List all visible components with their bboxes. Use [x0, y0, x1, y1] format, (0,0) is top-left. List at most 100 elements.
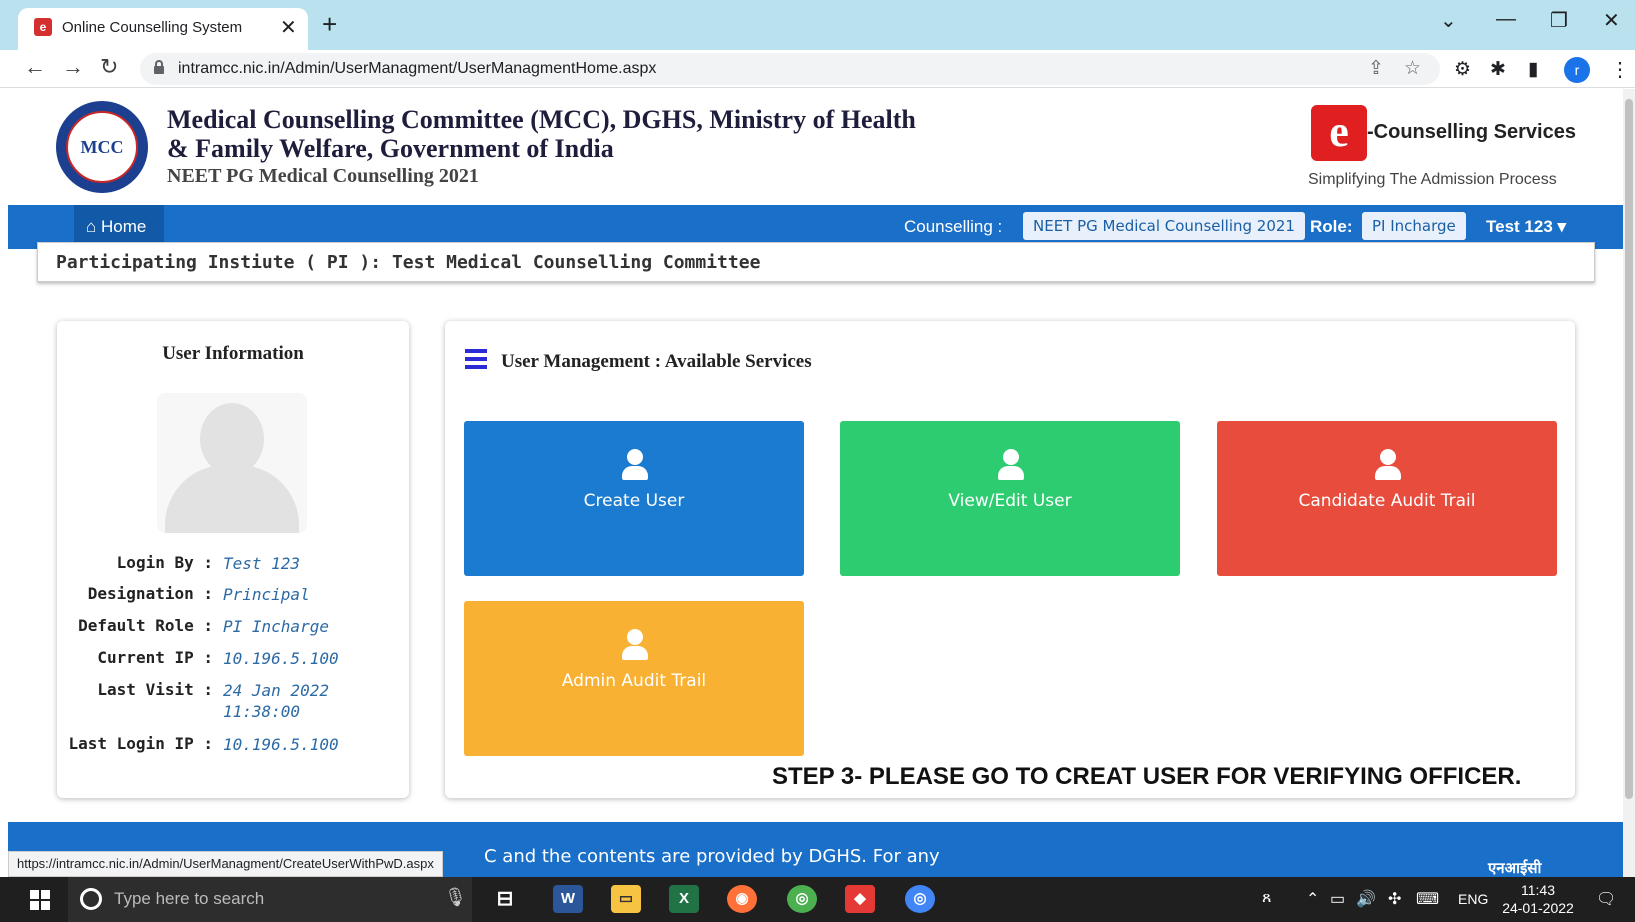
- user-info-card: User Information Login By : Test 123 Des…: [57, 321, 409, 798]
- restore-icon[interactable]: ❐: [1550, 8, 1568, 33]
- network-icon[interactable]: ▭: [1330, 889, 1345, 909]
- nav-home-label: Home: [101, 217, 147, 236]
- user-icon: [1375, 449, 1401, 481]
- chrome-profile-icon[interactable]: ◎: [905, 885, 935, 913]
- new-tab-button[interactable]: +: [322, 9, 337, 40]
- tray-chevron-icon[interactable]: ⌃: [1306, 889, 1319, 909]
- admin-audit-trail-button[interactable]: Admin Audit Trail: [464, 601, 804, 756]
- ecounselling-logo-icon: e: [1311, 105, 1367, 161]
- info-value: Principal: [223, 585, 310, 604]
- minimize-icon[interactable]: —: [1496, 8, 1516, 31]
- info-value: PI Incharge: [223, 617, 329, 636]
- create-user-button[interactable]: Create User: [464, 421, 804, 576]
- info-value: 10.196.5.100: [223, 649, 339, 668]
- windows-start-icon[interactable]: [30, 890, 50, 910]
- task-view-icon[interactable]: ⊟: [490, 885, 520, 913]
- excel-icon[interactable]: X: [669, 885, 699, 913]
- tile-label: Candidate Audit Trail: [1298, 491, 1476, 511]
- tile-label: Admin Audit Trail: [561, 671, 707, 691]
- profile-avatar[interactable]: r: [1564, 57, 1590, 83]
- microphone-icon[interactable]: 🎙: [444, 887, 467, 908]
- cortana-icon: [80, 888, 102, 910]
- clock[interactable]: 11:43 24-01-2022: [1500, 881, 1576, 917]
- screen: e Online Counselling System ✕ + ⌄ — ❐ ✕ …: [0, 0, 1635, 922]
- tab-title: Online Counselling System: [62, 19, 243, 36]
- mcc-logo: MCC: [56, 101, 148, 193]
- counselling-label: Counselling :: [904, 217, 1003, 236]
- link-status-bar: https://intramcc.nic.in/Admin/UserManagm…: [8, 851, 443, 877]
- clock-time: 11:43: [1521, 882, 1555, 898]
- tab-close-icon[interactable]: ✕: [280, 15, 297, 40]
- footer-text: C and the contents are provided by DGHS.…: [484, 846, 940, 867]
- clock-date: 24-01-2022: [1502, 900, 1574, 916]
- side-panel-icon[interactable]: ▮: [1528, 58, 1538, 81]
- candidate-audit-trail-button[interactable]: Candidate Audit Trail: [1217, 421, 1557, 576]
- file-explorer-icon[interactable]: ▭: [611, 885, 641, 913]
- home-icon: ⌂: [86, 217, 97, 236]
- page-subtitle: NEET PG Medical Counselling 2021: [167, 165, 479, 187]
- firefox-icon[interactable]: ◉: [727, 885, 757, 913]
- role-badge: PI Incharge: [1362, 212, 1466, 240]
- address-bar[interactable]: intramcc.nic.in/Admin/UserManagment/User…: [140, 53, 1440, 85]
- info-value: Test 123: [223, 554, 301, 573]
- back-icon[interactable]: ←: [24, 54, 46, 80]
- reload-icon[interactable]: ↻: [100, 54, 118, 80]
- role-label: Role:: [1310, 217, 1353, 236]
- lock-icon: [154, 60, 164, 74]
- title-line-1: Medical Counselling Committee (MCC), DGH…: [167, 105, 916, 134]
- user-icon: [622, 449, 648, 481]
- dropbox-icon[interactable]: ✣: [1388, 889, 1401, 909]
- forward-icon[interactable]: →: [62, 54, 84, 80]
- info-label: Last Login IP :: [68, 734, 214, 753]
- institute-name: Participating Instiute ( PI ): Test Medi…: [56, 252, 761, 273]
- mcc-logo-text: MCC: [80, 137, 124, 157]
- share-icon[interactable]: ⇪: [1368, 57, 1384, 80]
- language-indicator[interactable]: ENG: [1458, 891, 1488, 907]
- volume-icon[interactable]: 🔊: [1356, 889, 1376, 909]
- search-placeholder: Type here to search: [114, 889, 265, 908]
- tile-label: View/Edit User: [948, 491, 1072, 511]
- step-instruction: STEP 3- PLEASE GO TO CREAT USER FOR VERI…: [772, 763, 1522, 790]
- more-menu-icon[interactable]: ⋮: [1610, 57, 1630, 82]
- title-line-2: & Family Welfare, Government of India: [167, 134, 614, 163]
- info-value: 10.196.5.100: [223, 735, 339, 754]
- tab-search-icon[interactable]: ⌄: [1440, 8, 1457, 33]
- chrome-icon[interactable]: ◎: [787, 885, 817, 913]
- user-icon: [622, 629, 648, 661]
- info-value: 24 Jan 2022 11:38:00: [223, 681, 329, 721]
- info-label: Designation :: [87, 584, 213, 603]
- favicon-icon: e: [34, 18, 52, 36]
- close-window-icon[interactable]: ✕: [1603, 8, 1620, 33]
- ecounselling-tagline: Simplifying The Admission Process: [1308, 171, 1557, 188]
- extension-icon[interactable]: ⚙: [1454, 58, 1471, 81]
- nic-logo: एनआईसी: [1488, 860, 1542, 877]
- taskbar-search-input[interactable]: Type here to search 🎙: [68, 877, 472, 922]
- counselling-badge: NEET PG Medical Counselling 2021: [1023, 212, 1305, 240]
- browser-toolbar: ← → ↻ intramcc.nic.in/Admin/UserManagmen…: [0, 50, 1635, 88]
- anydesk-icon[interactable]: ◆: [845, 885, 875, 913]
- info-label: Last Visit :: [97, 680, 213, 699]
- hamburger-menu-icon[interactable]: [465, 349, 487, 369]
- info-label: Login By :: [116, 553, 213, 572]
- user-info-title: User Information: [162, 343, 304, 364]
- bookmark-star-icon[interactable]: ☆: [1404, 57, 1421, 80]
- keyboard-icon[interactable]: ⌨: [1416, 889, 1439, 909]
- services-card: User Management : Available Services Cre…: [445, 321, 1575, 798]
- word-icon[interactable]: W: [553, 885, 583, 913]
- page-scrollbar[interactable]: [1623, 89, 1635, 877]
- notifications-icon[interactable]: 🗨: [1596, 889, 1616, 909]
- web-page: MCC Medical Counselling Committee (MCC),…: [0, 89, 1635, 877]
- url-text: intramcc.nic.in/Admin/UserManagment/User…: [178, 60, 657, 77]
- people-icon[interactable]: ጸ: [1262, 889, 1271, 907]
- puzzle-icon[interactable]: ✱: [1490, 58, 1506, 81]
- page-title: Medical Counselling Committee (MCC), DGH…: [167, 105, 967, 163]
- tile-label: Create User: [583, 491, 685, 511]
- institute-bar: Participating Instiute ( PI ): Test Medi…: [37, 242, 1595, 282]
- browser-tab[interactable]: e Online Counselling System ✕: [18, 8, 308, 50]
- info-label: Current IP :: [97, 648, 213, 667]
- view-edit-user-button[interactable]: View/Edit User: [840, 421, 1180, 576]
- user-menu-dropdown[interactable]: Test 123 ▾: [1486, 217, 1566, 237]
- ecounselling-title: -Counselling Services: [1367, 121, 1576, 143]
- windows-taskbar: Type here to search 🎙 ⊟ W ▭ X ◉ ◎ ◆ ◎ ጸ …: [0, 877, 1635, 922]
- avatar: [157, 393, 307, 533]
